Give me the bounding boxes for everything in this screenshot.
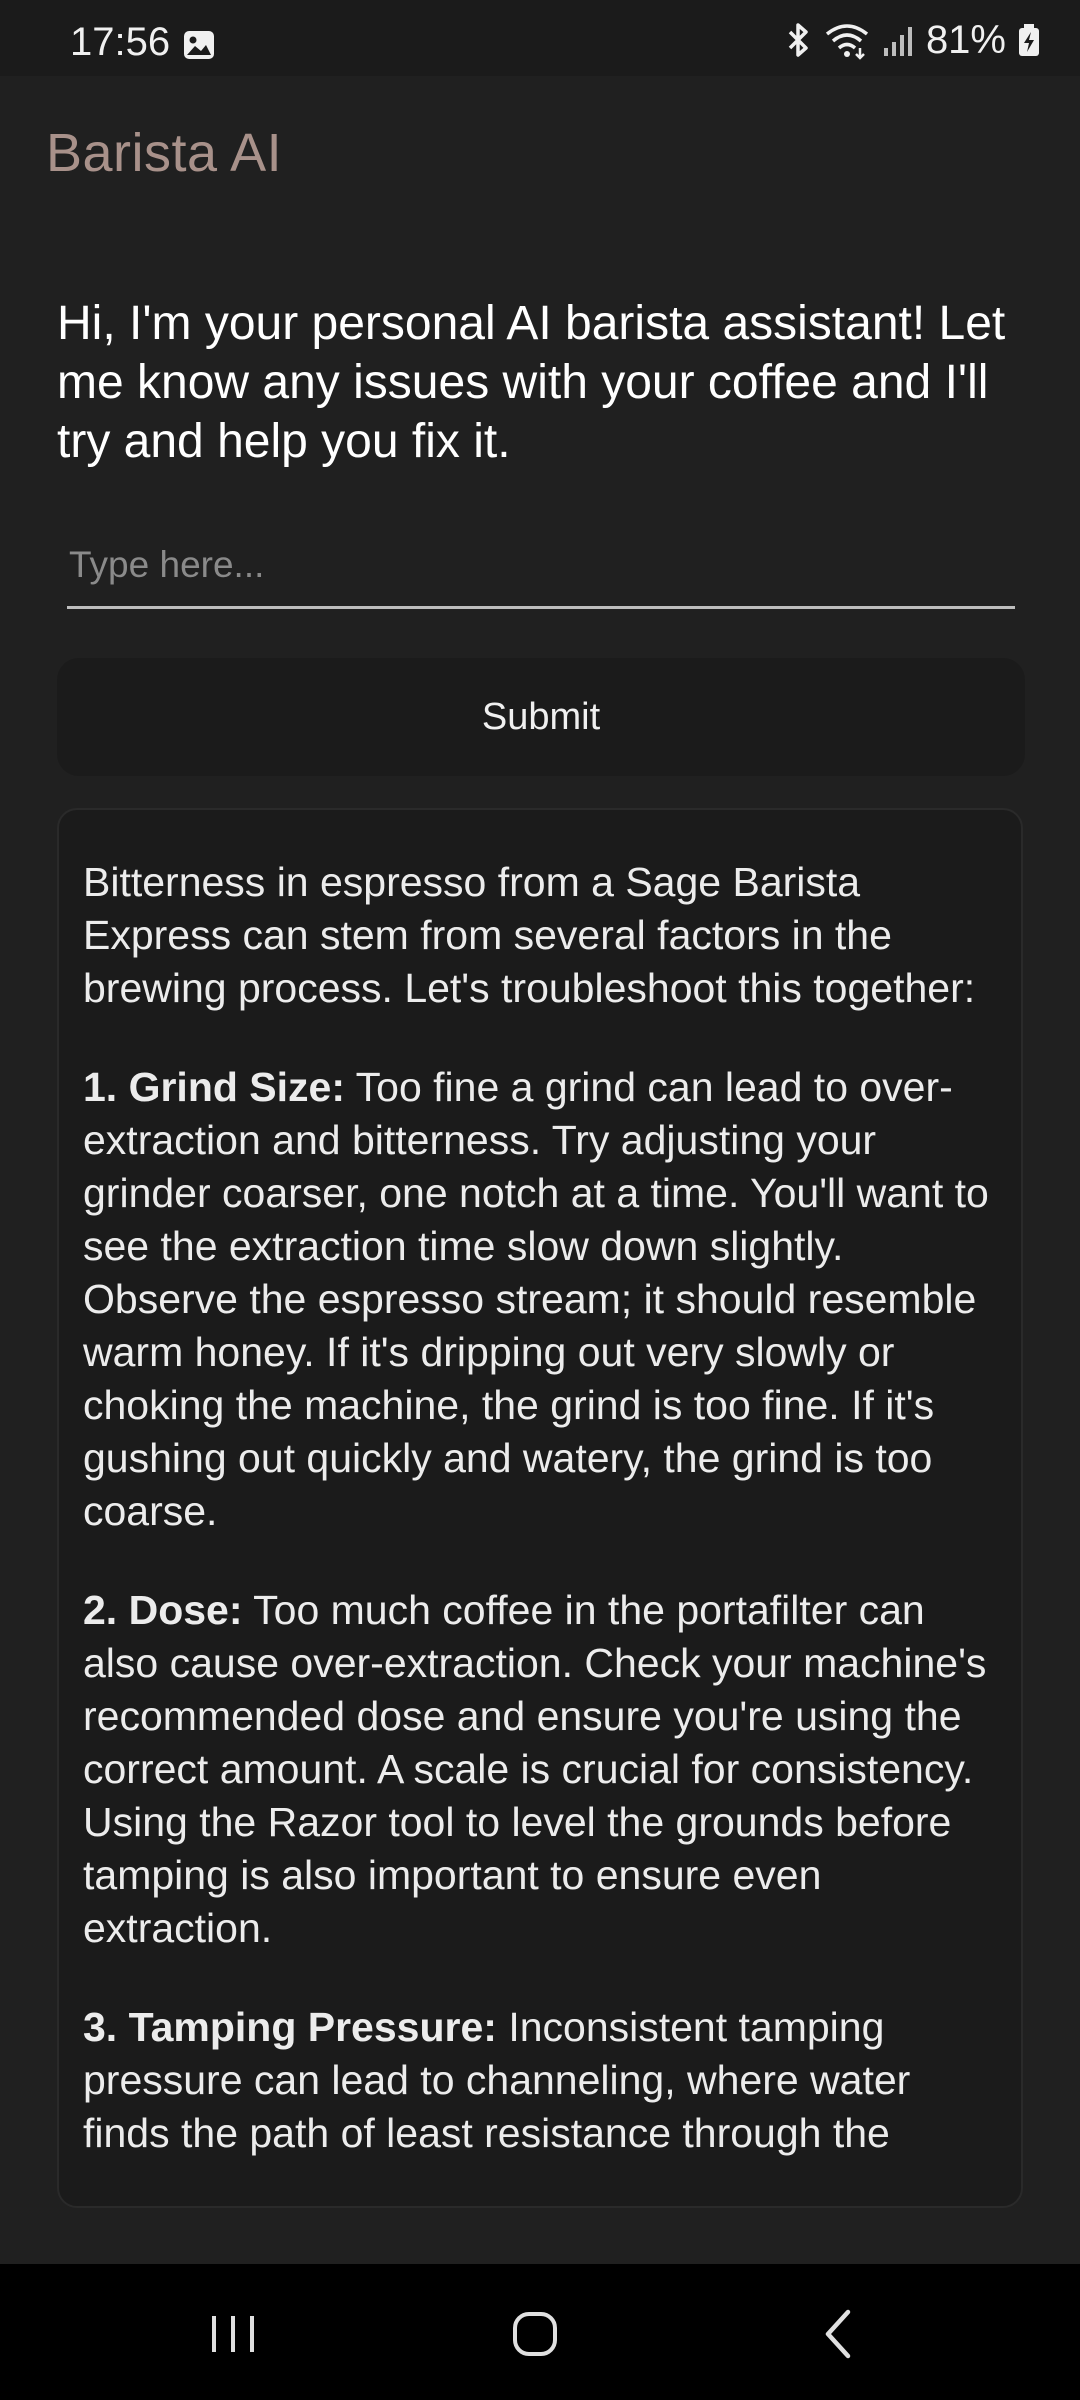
photo-icon	[184, 31, 214, 59]
back-icon[interactable]	[804, 2304, 874, 2364]
signal-icon	[883, 27, 912, 56]
point-heading: 2. Dose:	[83, 1587, 243, 1633]
status-icons: 81%	[784, 18, 1040, 62]
point-text: Too fine a grind can lead to over-extrac…	[83, 1064, 989, 1534]
response-point: 1. Grind Size: Too fine a grind can lead…	[83, 1061, 997, 1538]
recents-icon[interactable]	[198, 2304, 268, 2364]
intro-message: Hi, I'm your personal AI barista assista…	[57, 297, 1006, 468]
battery-charging-icon	[1019, 24, 1039, 56]
message-input[interactable]	[67, 530, 1019, 600]
battery-percent: 81%	[925, 17, 1006, 62]
bluetooth-icon	[788, 23, 808, 57]
response-point: 3. Tamping Pressure: Inconsistent tampin…	[83, 2001, 997, 2160]
response-card[interactable]: Bitterness in espresso from a Sage Baris…	[57, 808, 1023, 2208]
wifi-icon	[825, 24, 869, 60]
response-point: 2. Dose: Too much coffee in the portafil…	[83, 1584, 997, 1955]
status-bar: 17:56 81%	[0, 0, 1080, 76]
submit-button[interactable]: Submit	[57, 658, 1025, 776]
point-text: Too much coffee in the portafilter can a…	[83, 1587, 987, 1951]
message-input-container	[67, 530, 1019, 609]
point-heading: 1. Grind Size:	[83, 1064, 345, 1110]
response-text: Bitterness in espresso from a Sage Baris…	[59, 810, 1021, 2160]
point-heading: 3. Tamping Pressure:	[83, 2004, 497, 2050]
status-time: 17:56	[70, 20, 171, 64]
app-title: Barista AI	[46, 123, 283, 183]
home-icon[interactable]	[500, 2304, 570, 2364]
navigation-bar	[0, 2264, 1080, 2400]
response-intro: Bitterness in espresso from a Sage Baris…	[83, 859, 976, 1011]
